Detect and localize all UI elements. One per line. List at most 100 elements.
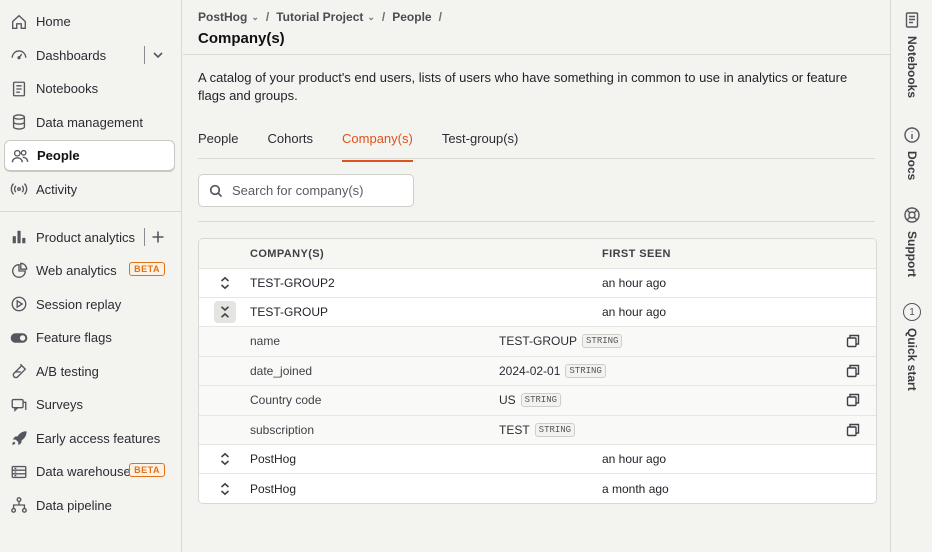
table-row[interactable]: PostHog an hour ago [199, 445, 876, 474]
content-divider [198, 221, 875, 222]
table-row[interactable]: PostHog a month ago [199, 474, 876, 503]
company-name: TEST-GROUP2 [250, 276, 335, 290]
chevron-down-icon: ⌄ [251, 11, 259, 22]
database-icon [9, 112, 29, 132]
company-name: PostHog [250, 452, 297, 466]
copy-icon[interactable] [830, 364, 876, 378]
divider [144, 227, 145, 246]
breadcrumb-separator: / [381, 10, 386, 24]
home-icon [9, 12, 29, 32]
sidebar-item-quick-start[interactable]: 1 Quick start [891, 303, 932, 391]
property-type-badge: STRING [520, 393, 562, 408]
search-icon [209, 184, 223, 197]
quickstart-icon: 1 [903, 303, 921, 321]
first-seen: an hour ago [602, 452, 667, 466]
sidebar-item-label: Surveys [36, 397, 83, 412]
right-sidebar: Notebooks Docs Support 1 Quick start [890, 0, 932, 552]
property-type-badge: STRING [534, 422, 576, 437]
search-input[interactable] [232, 183, 402, 198]
info-icon [904, 127, 920, 143]
sidebar-item-label: Notebooks [36, 81, 99, 96]
property-key: Country code [250, 393, 322, 408]
pipeline-icon [9, 495, 29, 515]
breadcrumb-section[interactable]: People [392, 10, 431, 24]
sidebar-item-label: A/B testing [36, 363, 99, 379]
dashboard-icon [9, 45, 29, 65]
sidebar-item-dashboards[interactable]: Dashboards [4, 40, 175, 71]
sidebar-item-label: Notebooks [905, 36, 919, 99]
breadcrumb-separator: / [438, 10, 442, 24]
chevron-down-icon[interactable] [147, 45, 169, 65]
collapse-icon[interactable] [213, 301, 236, 323]
sidebar-item-data-management[interactable]: Data management [4, 107, 175, 138]
sidebar-item-surveys[interactable]: Surveys [4, 389, 175, 420]
play-icon [9, 294, 29, 314]
column-header-company[interactable]: COMPANY(S) [250, 248, 602, 260]
page-description: A catalog of your product's end users, l… [198, 70, 848, 103]
property-key: subscription [250, 422, 315, 437]
pie-chart-icon [9, 261, 29, 281]
flask-icon [9, 361, 29, 381]
sidebar-item-label: Docs [905, 151, 919, 181]
property-type-badge: STRING [565, 363, 606, 378]
sidebar-item-home[interactable]: Home [4, 6, 175, 37]
sidebar-item-docs[interactable]: Docs [891, 126, 932, 180]
copy-icon[interactable] [830, 393, 876, 407]
sidebar-item-session-replay[interactable]: Session replay [4, 289, 175, 320]
server-icon [9, 462, 29, 482]
tab-people[interactable]: People [198, 131, 238, 158]
sidebar-item-label: Home [36, 14, 71, 29]
sidebar-item-ab-testing[interactable]: A/B testing [4, 356, 175, 387]
rocket-icon [9, 428, 29, 448]
activity-icon [9, 179, 29, 199]
table-row[interactable]: TEST-GROUP an hour ago [199, 298, 876, 327]
sidebar-item-data-warehouse[interactable]: Data warehouse BETA [4, 456, 175, 487]
property-key: name [250, 334, 281, 349]
sidebar-item-people[interactable]: People [4, 140, 175, 171]
page-title: Company(s) [198, 30, 285, 47]
copy-icon[interactable] [830, 423, 876, 437]
column-header-first-seen[interactable]: FIRST SEEN [602, 248, 876, 260]
first-seen: a month ago [602, 481, 669, 496]
expand-icon[interactable] [214, 272, 236, 294]
sidebar-divider [0, 210, 181, 212]
sidebar-item-feature-flags[interactable]: Feature flags [4, 322, 175, 353]
divider [144, 45, 145, 64]
page-body: A catalog of your product's end users, l… [183, 55, 890, 504]
bar-chart-icon [9, 227, 29, 247]
table-header: COMPANY(S) FIRST SEEN [199, 239, 876, 269]
sidebar-item-label: Dashboards [36, 47, 107, 63]
sidebar-item-web-analytics[interactable]: Web analytics BETA [4, 255, 175, 286]
expand-icon[interactable] [214, 448, 236, 470]
property-value: TEST-GROUP [499, 334, 578, 349]
lifebuoy-icon [904, 207, 920, 223]
company-name: TEST-GROUP [250, 305, 329, 319]
sidebar-item-product-analytics[interactable]: Product analytics [4, 222, 175, 253]
company-name: PostHog [250, 481, 297, 496]
property-value: TEST [499, 422, 530, 437]
plus-icon[interactable] [147, 227, 169, 247]
breadcrumb-project[interactable]: Tutorial Project ⌄ [276, 10, 375, 24]
sidebar-item-notebooks-panel[interactable]: Notebooks [891, 11, 932, 98]
copy-icon[interactable] [830, 334, 876, 348]
sidebar-item-label: Web analytics [36, 263, 117, 278]
sidebar-item-label: Support [905, 231, 919, 277]
chat-icon [9, 395, 29, 415]
sidebar-item-data-pipeline[interactable]: Data pipeline [4, 490, 175, 521]
breadcrumb: PostHog ⌄ / Tutorial Project ⌄ / People / [198, 10, 890, 24]
sidebar-item-support[interactable]: Support [891, 206, 932, 277]
people-icon [10, 146, 30, 166]
sidebar-item-activity[interactable]: Activity [4, 174, 175, 205]
tab-cohorts[interactable]: Cohorts [267, 131, 313, 158]
table-row[interactable]: TEST-GROUP2 an hour ago [199, 269, 876, 298]
property-value: US [499, 393, 516, 408]
tab-companies[interactable]: Company(s) [342, 131, 413, 162]
tab-test-groups[interactable]: Test-group(s) [442, 131, 519, 158]
sidebar-item-early-access[interactable]: Early access features [4, 423, 175, 454]
sidebar-item-notebooks[interactable]: Notebooks [4, 73, 175, 104]
property-key: date_joined [250, 363, 313, 378]
expand-icon[interactable] [214, 478, 236, 500]
sidebar-item-label: People [37, 148, 80, 163]
breadcrumb-org[interactable]: PostHog ⌄ [198, 10, 259, 24]
first-seen: an hour ago [602, 276, 667, 290]
